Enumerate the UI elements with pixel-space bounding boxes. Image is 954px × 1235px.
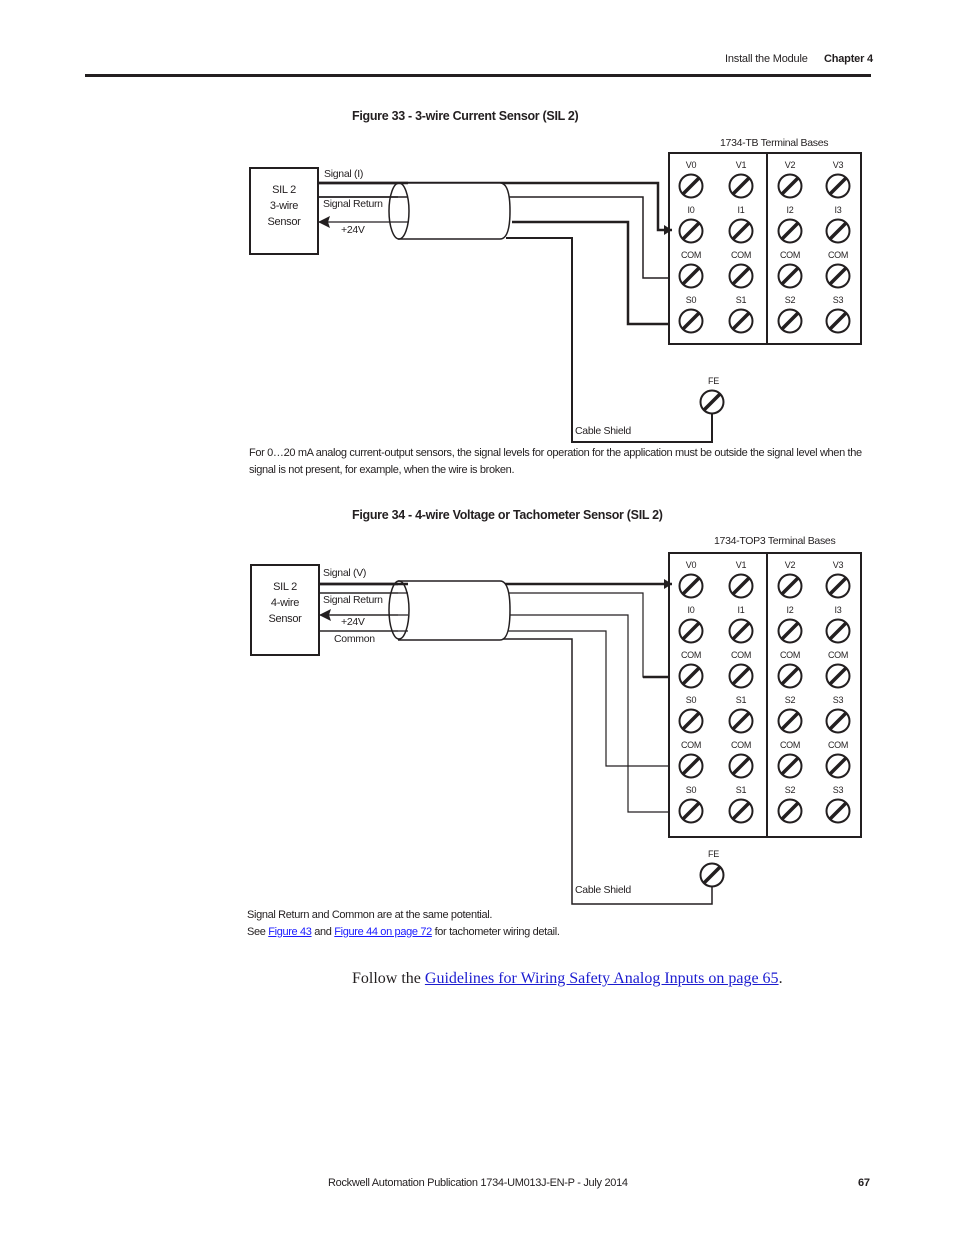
terminal-label: I2 [786, 605, 794, 615]
terminal-label: V0 [685, 560, 697, 570]
terminal-screw-icon [777, 663, 803, 689]
footer-publication: Rockwell Automation Publication 1734-UM0… [328, 1177, 628, 1189]
terminal-label: COM [730, 650, 752, 660]
terminal-label: V2 [784, 560, 796, 570]
terminal-screw-icon [777, 618, 803, 644]
guidelines-link[interactable]: Guidelines for Wiring Safety Analog Inpu… [425, 970, 779, 987]
terminal-label: S2 [784, 785, 796, 795]
terminal-label: I3 [834, 605, 842, 615]
figure43-link[interactable]: Figure 43 [268, 926, 312, 938]
terminal-screw-icon [825, 573, 851, 599]
terminal-label: S1 [735, 785, 747, 795]
footer-page-number: 67 [858, 1177, 870, 1189]
terminal-screw-icon [678, 618, 704, 644]
terminal-label: S2 [784, 695, 796, 705]
terminal-label: COM [779, 740, 801, 750]
terminal-screw-icon [678, 573, 704, 599]
terminal-label: I1 [737, 605, 745, 615]
paragraph-text: . [778, 970, 783, 987]
note-text: for tachometer wiring detail. [431, 925, 560, 938]
terminal-base-title: 1734-TOP3 Terminal Bases [714, 535, 836, 547]
note-text: See [247, 925, 269, 938]
terminal-screw-icon [678, 708, 704, 734]
terminal-screw-icon [825, 663, 851, 689]
terminal-screw-icon [728, 573, 754, 599]
terminal-label: I0 [687, 605, 695, 615]
terminal-screw-icon [678, 798, 704, 824]
figure44-link[interactable]: Figure 44 on page 72 [334, 926, 432, 938]
note-line: See Figure 43 and Figure 44 on page 72 f… [247, 924, 847, 941]
wire-24v-out [510, 614, 670, 813]
note-text: and [311, 925, 335, 938]
terminal-screw-icon [825, 798, 851, 824]
terminal-label: COM [827, 650, 849, 660]
terminal-label: V1 [735, 560, 747, 570]
terminal-label: COM [680, 740, 702, 750]
paragraph-text: Follow the [352, 970, 425, 987]
fe-label: FE [708, 849, 719, 859]
cable-shield-label: Cable Shield [575, 884, 631, 896]
terminal-screw-icon [825, 753, 851, 779]
figure34-note: Signal Return and Common are at the same… [247, 907, 847, 940]
terminal-screw-icon [825, 708, 851, 734]
terminal-screw-icon [728, 618, 754, 644]
note-line: Signal Return and Common are at the same… [247, 909, 493, 921]
terminal-screw-icon [777, 708, 803, 734]
terminal-screw-icon [728, 798, 754, 824]
terminal-label: COM [779, 650, 801, 660]
figure34-wiring [319, 552, 862, 905]
follow-paragraph: Follow the Guidelines for Wiring Safety … [352, 970, 783, 988]
terminal-label: V3 [832, 560, 844, 570]
terminal-screw-icon [777, 573, 803, 599]
wire-common-out [505, 630, 670, 767]
terminal-label: S3 [832, 695, 844, 705]
terminal-label: COM [827, 740, 849, 750]
terminal-screw-icon [678, 663, 704, 689]
terminal-screw-icon [728, 753, 754, 779]
fe-screw-icon [699, 862, 725, 888]
terminal-screw-icon [825, 618, 851, 644]
terminal-screw-icon [728, 663, 754, 689]
terminal-screw-icon [678, 753, 704, 779]
terminal-screw-icon [728, 708, 754, 734]
terminal-label: S1 [735, 695, 747, 705]
terminal-screw-icon [777, 798, 803, 824]
terminal-label: COM [730, 740, 752, 750]
terminal-label: S3 [832, 785, 844, 795]
terminal-screw-icon [777, 753, 803, 779]
cable-cylinder [398, 580, 511, 641]
terminal-label: S0 [685, 695, 697, 705]
terminal-label: COM [680, 650, 702, 660]
terminal-label: S0 [685, 785, 697, 795]
